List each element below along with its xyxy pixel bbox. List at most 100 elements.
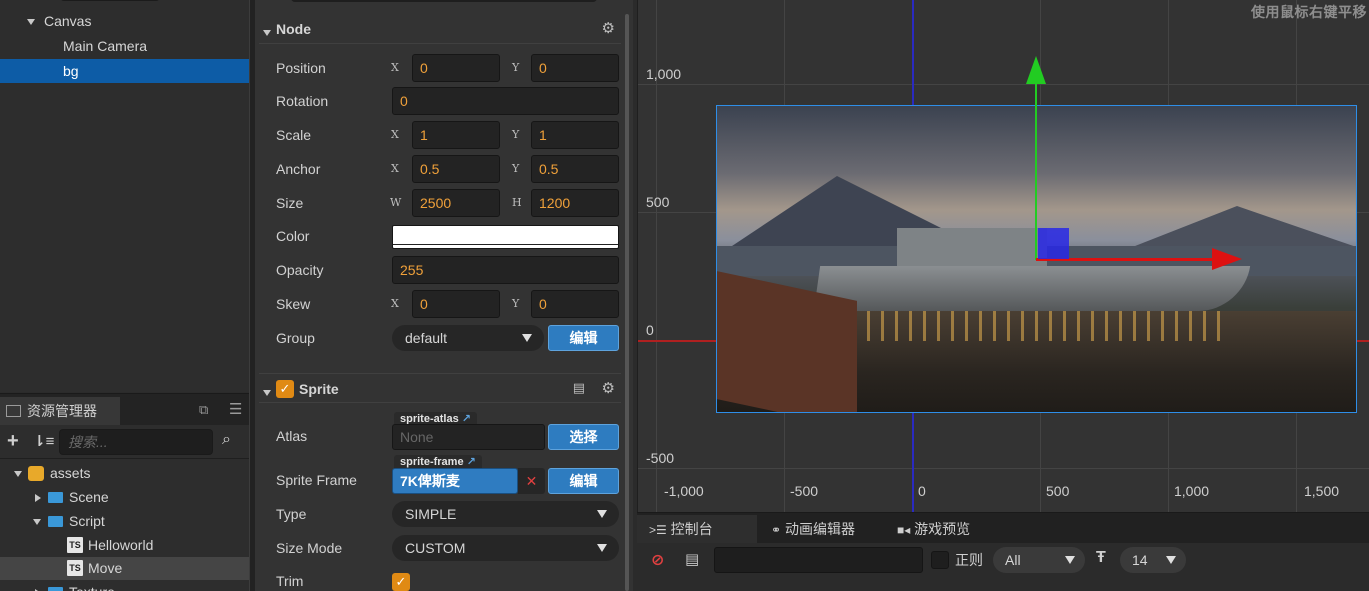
y-tick-label: 500 bbox=[646, 194, 670, 210]
anchor-y-input[interactable]: 0.5 bbox=[531, 155, 619, 183]
sprite-enabled-checkbox[interactable]: ✓ bbox=[276, 380, 294, 398]
search-input[interactable]: 搜索... bbox=[59, 429, 213, 455]
sort-icon[interactable]: ⇂≡ bbox=[33, 432, 54, 450]
hierarchy-item-main-camera[interactable]: Main Camera bbox=[0, 34, 249, 58]
axis-label: Y bbox=[512, 162, 520, 175]
sprite-frame-label: Sprite Frame bbox=[276, 472, 357, 488]
asset-item-assets[interactable]: assets bbox=[0, 462, 249, 485]
expand-arrow-icon[interactable] bbox=[14, 462, 22, 485]
x-tick-label: 0 bbox=[918, 483, 926, 499]
axis-label: X bbox=[391, 162, 399, 175]
sprite-frame-field[interactable]: 7K俾斯麦 bbox=[392, 468, 518, 494]
assets-toolbar: + ⇂≡ 搜索... ⌕ bbox=[0, 425, 249, 459]
gizmo-x-arrow-icon[interactable] bbox=[1212, 248, 1242, 270]
tab-assets[interactable]: 资源管理器 bbox=[0, 397, 120, 426]
inspector-scrollbar[interactable] bbox=[625, 14, 629, 591]
tab-console[interactable]: >☰ 控制台 bbox=[637, 515, 757, 543]
hierarchy-item-bg[interactable]: bg bbox=[0, 59, 249, 83]
hierarchy-item-canvas[interactable]: Canvas bbox=[0, 9, 249, 33]
asset-item-texture[interactable]: Texture bbox=[0, 581, 249, 591]
anchor-x-input[interactable]: 0.5 bbox=[412, 155, 500, 183]
expand-arrow-icon[interactable] bbox=[35, 581, 41, 591]
scale-y-input[interactable]: 1 bbox=[531, 121, 619, 149]
alpha-bar bbox=[393, 244, 618, 245]
asset-item-scene[interactable]: Scene bbox=[0, 486, 249, 509]
log-level-select[interactable]: All bbox=[993, 547, 1085, 573]
grid-line bbox=[638, 468, 1369, 469]
regex-checkbox[interactable] bbox=[931, 551, 949, 569]
axis-label: Y bbox=[512, 297, 520, 310]
help-book-icon[interactable]: ▤ bbox=[573, 380, 585, 396]
skew-x-input[interactable]: 0 bbox=[412, 290, 500, 318]
console-filter-input[interactable] bbox=[714, 547, 923, 573]
popout-icon[interactable]: ⧉ bbox=[199, 402, 208, 418]
chevron-down-icon bbox=[597, 544, 607, 552]
group-label: Group bbox=[276, 330, 315, 346]
size-width-input[interactable]: 2500 bbox=[412, 189, 500, 217]
anchor-label: Anchor bbox=[276, 161, 321, 177]
clear-console-icon[interactable]: ⊘ bbox=[651, 550, 664, 570]
chevron-down-icon bbox=[522, 334, 532, 342]
folder-icon bbox=[48, 581, 63, 591]
axis-label: X bbox=[391, 128, 399, 141]
assets-tabbar: 资源管理器 ⧉ ☰ bbox=[0, 393, 249, 426]
gizmo-center-handle[interactable] bbox=[1038, 228, 1069, 259]
expand-arrow-icon[interactable] bbox=[35, 486, 41, 509]
font-size-select[interactable]: 14 bbox=[1120, 547, 1186, 573]
size-height-input[interactable]: 1200 bbox=[531, 189, 619, 217]
skew-label: Skew bbox=[276, 296, 311, 312]
asset-item-script[interactable]: Script bbox=[0, 510, 249, 533]
size-mode-select[interactable]: CUSTOM bbox=[392, 535, 619, 561]
rotation-input[interactable]: 0 bbox=[392, 87, 619, 115]
color-swatch[interactable] bbox=[392, 225, 619, 249]
trim-label: Trim bbox=[276, 573, 304, 589]
menu-icon[interactable]: ☰ bbox=[229, 400, 242, 418]
folder-icon bbox=[48, 486, 63, 509]
asset-item-move[interactable]: TS Move bbox=[0, 557, 249, 580]
y-tick-label: 1,000 bbox=[646, 66, 682, 82]
console-tabbar: >☰ 控制台 ⚭ 动画编辑器 ■◂ 游戏预览 bbox=[637, 513, 1369, 543]
skew-y-input[interactable]: 0 bbox=[531, 290, 619, 318]
collapse-arrow-icon[interactable] bbox=[263, 24, 271, 40]
axis-label: X bbox=[391, 61, 399, 74]
sprite-ship-hull bbox=[813, 266, 1251, 311]
y-tick-label: -500 bbox=[646, 450, 675, 466]
trim-checkbox[interactable]: ✓ bbox=[392, 573, 410, 591]
x-tick-label: 1,500 bbox=[1304, 483, 1340, 499]
sprite-section-header[interactable]: ✓ Sprite ▤ ⚙ bbox=[259, 373, 621, 403]
tab-game-preview[interactable]: ■◂ 游戏预览 bbox=[885, 515, 1005, 543]
lock-icon bbox=[28, 462, 44, 485]
console-icon: >☰ bbox=[649, 523, 667, 537]
group-select[interactable]: default bbox=[392, 325, 544, 351]
opacity-input[interactable]: 255 bbox=[392, 256, 619, 284]
scene-view[interactable]: 1,000 500 0 -500 -1,000 -500 0 500 1,000… bbox=[637, 0, 1369, 512]
tab-animation-editor[interactable]: ⚭ 动画编辑器 bbox=[759, 515, 884, 543]
type-select[interactable]: SIMPLE bbox=[392, 501, 619, 527]
gear-icon[interactable]: ⚙ bbox=[602, 379, 615, 397]
edit-group-button[interactable]: 编辑 bbox=[548, 325, 619, 351]
select-atlas-button[interactable]: 选择 bbox=[548, 424, 619, 450]
x-tick-label: 500 bbox=[1046, 483, 1070, 499]
edit-sprite-frame-button[interactable]: 编辑 bbox=[548, 468, 619, 494]
clear-sprite-frame-button[interactable]: ✕ bbox=[518, 468, 545, 494]
type-label: Type bbox=[276, 506, 307, 522]
hierarchy-item-label: bg bbox=[63, 63, 79, 79]
gizmo-y-arrow-icon[interactable] bbox=[1026, 56, 1046, 84]
asset-item-helloworld[interactable]: TS Helloworld bbox=[0, 534, 249, 557]
collapse-arrow-icon[interactable] bbox=[263, 384, 271, 400]
scale-x-input[interactable]: 1 bbox=[412, 121, 500, 149]
add-icon[interactable]: + bbox=[7, 430, 19, 453]
node-section-header[interactable]: Node ⚙ bbox=[259, 14, 621, 44]
position-x-input[interactable]: 0 bbox=[412, 54, 500, 82]
position-y-input[interactable]: 0 bbox=[531, 54, 619, 82]
expand-arrow-icon[interactable] bbox=[27, 9, 35, 33]
gizmo-y-axis[interactable] bbox=[1035, 80, 1037, 260]
x-tick-label: -500 bbox=[790, 483, 819, 499]
gear-icon[interactable]: ⚙ bbox=[602, 19, 615, 37]
expand-arrow-icon[interactable] bbox=[33, 510, 41, 533]
open-log-file-icon[interactable]: ▤ bbox=[685, 550, 699, 568]
search-icon[interactable]: ⌕ bbox=[222, 431, 231, 449]
external-link-icon[interactable]: ↗ bbox=[467, 456, 476, 468]
atlas-field[interactable]: None bbox=[392, 424, 545, 450]
y-tick-label: 0 bbox=[646, 322, 654, 338]
